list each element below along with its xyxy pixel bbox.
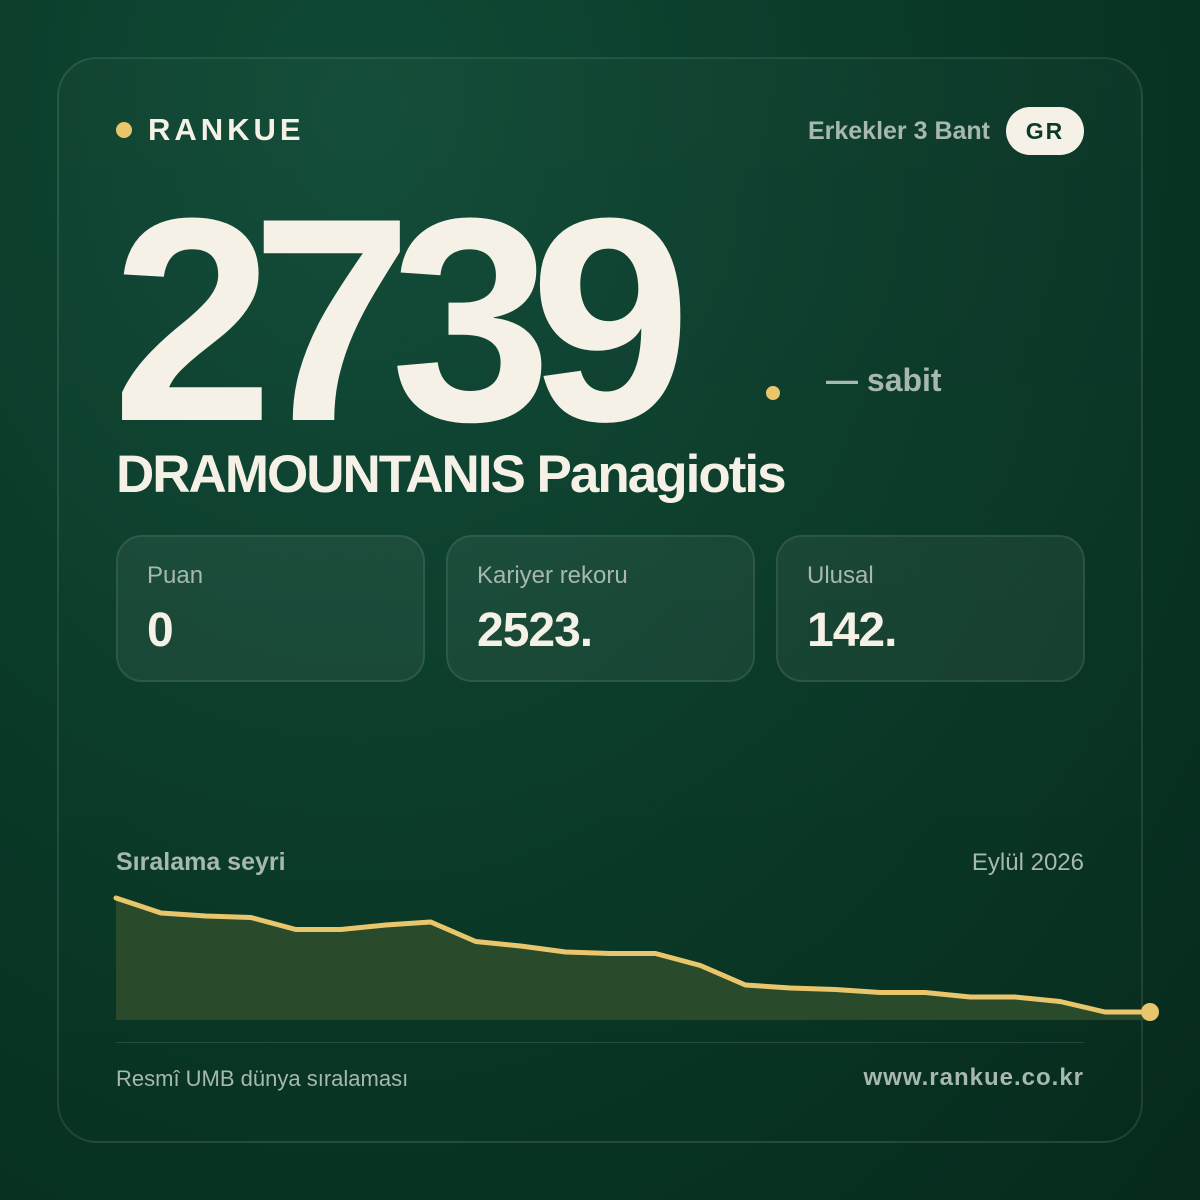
footer-divider bbox=[116, 1042, 1084, 1043]
chart-area bbox=[116, 898, 1150, 1020]
footer-url: www.rankue.co.kr bbox=[863, 1064, 1084, 1091]
ranking-history-chart bbox=[113, 895, 1159, 1021]
chart-current-point bbox=[1141, 1003, 1159, 1021]
footer-source: Resmî UMB dünya sıralaması bbox=[116, 1066, 409, 1091]
